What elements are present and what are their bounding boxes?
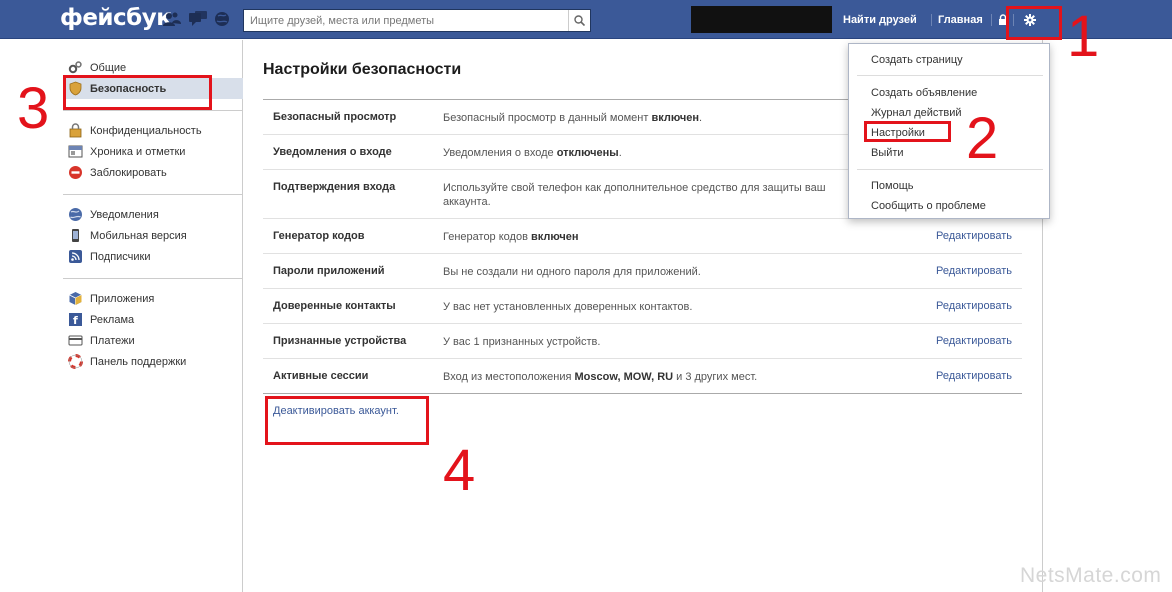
svg-text:f: f [73, 314, 78, 327]
apps-cube-icon [68, 291, 83, 306]
nav-divider [991, 14, 992, 26]
edit-link[interactable]: Редактировать [936, 335, 1012, 347]
sidebar-divider [63, 278, 243, 279]
search-icon[interactable] [568, 10, 590, 31]
sidebar-item-mobile[interactable]: Мобильная версия [63, 225, 243, 246]
menu-item-create-ad[interactable]: Создать объявление [871, 87, 977, 99]
search-input[interactable] [244, 10, 568, 31]
edit-link[interactable]: Редактировать [936, 370, 1012, 382]
lifebuoy-icon [68, 354, 83, 369]
mobile-icon [68, 228, 83, 243]
friend-requests-icon[interactable] [163, 11, 181, 27]
block-icon [68, 165, 83, 180]
menu-item-logout[interactable]: Выйти [871, 147, 904, 159]
sidebar-item-privacy[interactable]: Конфиденциальность [63, 120, 243, 141]
ads-icon: f [68, 312, 83, 327]
redacted-profile-area [691, 6, 832, 33]
gears-icon [68, 60, 83, 75]
notifications-globe-icon[interactable] [214, 11, 232, 27]
menu-divider [857, 75, 1043, 76]
home-link[interactable]: Главная [938, 14, 983, 26]
sidebar-item-notifications[interactable]: Уведомления [63, 204, 243, 225]
annotation-box-2 [864, 121, 951, 142]
menu-item-activity-log[interactable]: Журнал действий [871, 107, 962, 119]
table-row[interactable]: Пароли приложений Вы не создали ни одног… [263, 254, 1022, 289]
menu-item-create-page[interactable]: Создать страницу [871, 54, 963, 66]
page-title: Настройки безопасности [263, 61, 462, 78]
annotation-box-3 [63, 75, 212, 110]
sidebar-group-privacy: Конфиденциальность Хроника и отметки Заб… [63, 120, 243, 183]
find-friends-link[interactable]: Найти друзей [843, 14, 917, 26]
edit-link[interactable]: Редактировать [936, 265, 1012, 277]
edit-link[interactable]: Редактировать [936, 300, 1012, 312]
sidebar-group-apps: Приложения f Реклама Платежи Панель подд… [63, 288, 243, 372]
sidebar-divider [63, 194, 243, 195]
menu-item-help[interactable]: Помощь [871, 180, 914, 192]
sidebar-item-support[interactable]: Панель поддержки [63, 351, 243, 372]
sidebar-divider [63, 110, 243, 111]
annotation-box-1 [1006, 6, 1062, 40]
top-bar: фейсбук Найти друзей Главная [0, 0, 1172, 39]
annotation-number-3: 3 [17, 76, 50, 141]
annotation-number-1: 1 [1067, 4, 1100, 69]
table-row[interactable]: Активные сессии Вход из местоположения M… [263, 359, 1022, 394]
globe-icon [68, 207, 83, 222]
privacy-lock-icon [68, 123, 83, 138]
sidebar-group-notifications: Уведомления Мобильная версия Подписчики [63, 204, 243, 267]
sidebar-item-timeline[interactable]: Хроника и отметки [63, 141, 243, 162]
sidebar-item-ads[interactable]: f Реклама [63, 309, 243, 330]
table-row[interactable]: Признанные устройства У вас 1 признанных… [263, 324, 1022, 359]
table-row[interactable]: Доверенные контакты У вас нет установлен… [263, 289, 1022, 324]
payments-card-icon [68, 333, 83, 348]
nav-divider [931, 14, 932, 26]
timeline-icon [68, 144, 83, 159]
sidebar-item-apps[interactable]: Приложения [63, 288, 243, 309]
annotation-number-4: 4 [443, 438, 476, 503]
table-row[interactable]: Генератор кодов Генератор кодов включен … [263, 219, 1022, 254]
sidebar-item-followers[interactable]: Подписчики [63, 246, 243, 267]
menu-divider [857, 169, 1043, 170]
logo[interactable]: фейсбук [60, 5, 172, 31]
messages-icon[interactable] [189, 11, 207, 27]
sidebar-item-payments[interactable]: Платежи [63, 330, 243, 351]
menu-item-report-problem[interactable]: Сообщить о проблеме [871, 200, 986, 212]
watermark: NetsMate.com [1020, 564, 1162, 587]
search-bar [243, 9, 591, 32]
annotation-number-2: 2 [966, 106, 999, 171]
sidebar-item-block[interactable]: Заблокировать [63, 162, 243, 183]
rss-icon [68, 249, 83, 264]
edit-link[interactable]: Редактировать [936, 230, 1012, 242]
annotation-box-4 [265, 396, 429, 445]
